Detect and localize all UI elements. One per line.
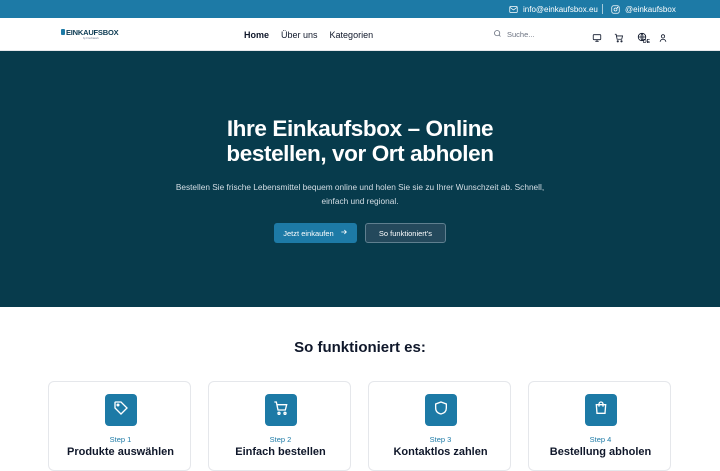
search-icon — [493, 29, 502, 40]
logo-tagline: by Fruchtwerk — [83, 37, 99, 40]
step-title: Produkte auswählen — [67, 446, 174, 458]
nav-home[interactable]: Home — [244, 30, 269, 40]
logo-bag-icon — [61, 29, 65, 35]
hero-section: Ihre Einkaufsbox – Online bestellen, vor… — [0, 51, 720, 307]
logo-wordmark: EINKAUFSBOX — [66, 28, 119, 37]
step-icon-box — [105, 394, 137, 426]
nav-categories[interactable]: Kategorien — [330, 30, 374, 40]
shopping-bag-icon — [593, 400, 609, 421]
cart-icon[interactable] — [614, 30, 624, 43]
hero-subtitle-line2: einfach und regional. — [321, 195, 399, 206]
step-number: Step 3 — [429, 435, 452, 444]
mail-icon — [509, 5, 518, 14]
step-number: Step 2 — [269, 435, 292, 444]
step-card-3: Step 3 Kontaktlos zahlen — [368, 381, 511, 471]
instagram-link[interactable]: @einkaufsbox — [611, 0, 676, 18]
step-number: Step 1 — [109, 435, 132, 444]
nav-about[interactable]: Über uns — [281, 30, 318, 40]
how-it-works-label: So funktioniert's — [378, 228, 433, 238]
monitor-icon[interactable] — [592, 30, 602, 42]
globe-icon[interactable] — [637, 29, 647, 42]
email-text: info@einkaufsbox.eu — [523, 4, 598, 14]
arrow-right-icon — [340, 228, 348, 238]
language-label[interactable]: DE — [643, 39, 650, 45]
cart-icon — [273, 400, 289, 421]
step-title: Bestellung abholen — [549, 446, 652, 458]
step-icon-box — [425, 394, 457, 426]
hero-title: Ihre Einkaufsbox – Online bestellen, vor… — [0, 116, 720, 166]
search-box[interactable]: Suche... — [493, 28, 535, 41]
how-it-works-button[interactable]: So funktioniert's — [365, 223, 446, 243]
tag-icon — [113, 400, 129, 421]
logo[interactable]: EINKAUFSBOX by Fruchtwerk — [61, 28, 121, 42]
step-card-4: Step 4 Bestellung abholen — [528, 381, 671, 471]
shop-now-button[interactable]: Jetzt einkaufen — [274, 223, 357, 243]
topbar-divider — [602, 4, 603, 14]
user-icon[interactable] — [658, 30, 668, 42]
how-it-works-title: So funktioniert es: — [294, 339, 426, 356]
step-card-1: Step 1 Produkte auswählen — [48, 381, 191, 471]
hero-subtitle: Bestellen Sie frische Lebensmittel beque… — [165, 181, 555, 208]
instagram-text: @einkaufsbox — [625, 4, 676, 14]
hero-title-line1: Ihre Einkaufsbox – Online — [226, 116, 494, 141]
top-contact-bar: info@einkaufsbox.eu @einkaufsbox — [0, 0, 720, 18]
search-placeholder: Suche... — [507, 30, 535, 39]
hero-title-line2: bestellen, vor Ort abholen — [226, 141, 494, 166]
instagram-icon — [611, 4, 620, 14]
step-title: Kontaktlos zahlen — [393, 446, 488, 458]
step-number: Step 4 — [589, 435, 612, 444]
step-icon-box — [265, 394, 297, 426]
shield-icon — [433, 400, 449, 421]
step-card-2: Step 2 Einfach bestellen — [208, 381, 351, 471]
hero-subtitle-line1: Bestellen Sie frische Lebensmittel beque… — [175, 182, 545, 192]
nav-links: Home Über uns Kategorien — [244, 18, 373, 51]
shop-now-label: Jetzt einkaufen — [283, 228, 334, 238]
step-icon-box — [585, 394, 617, 426]
main-navbar: EINKAUFSBOX by Fruchtwerk Home Über uns … — [0, 18, 720, 51]
step-title: Einfach bestellen — [235, 446, 326, 458]
email-link[interactable]: info@einkaufsbox.eu — [509, 0, 598, 18]
